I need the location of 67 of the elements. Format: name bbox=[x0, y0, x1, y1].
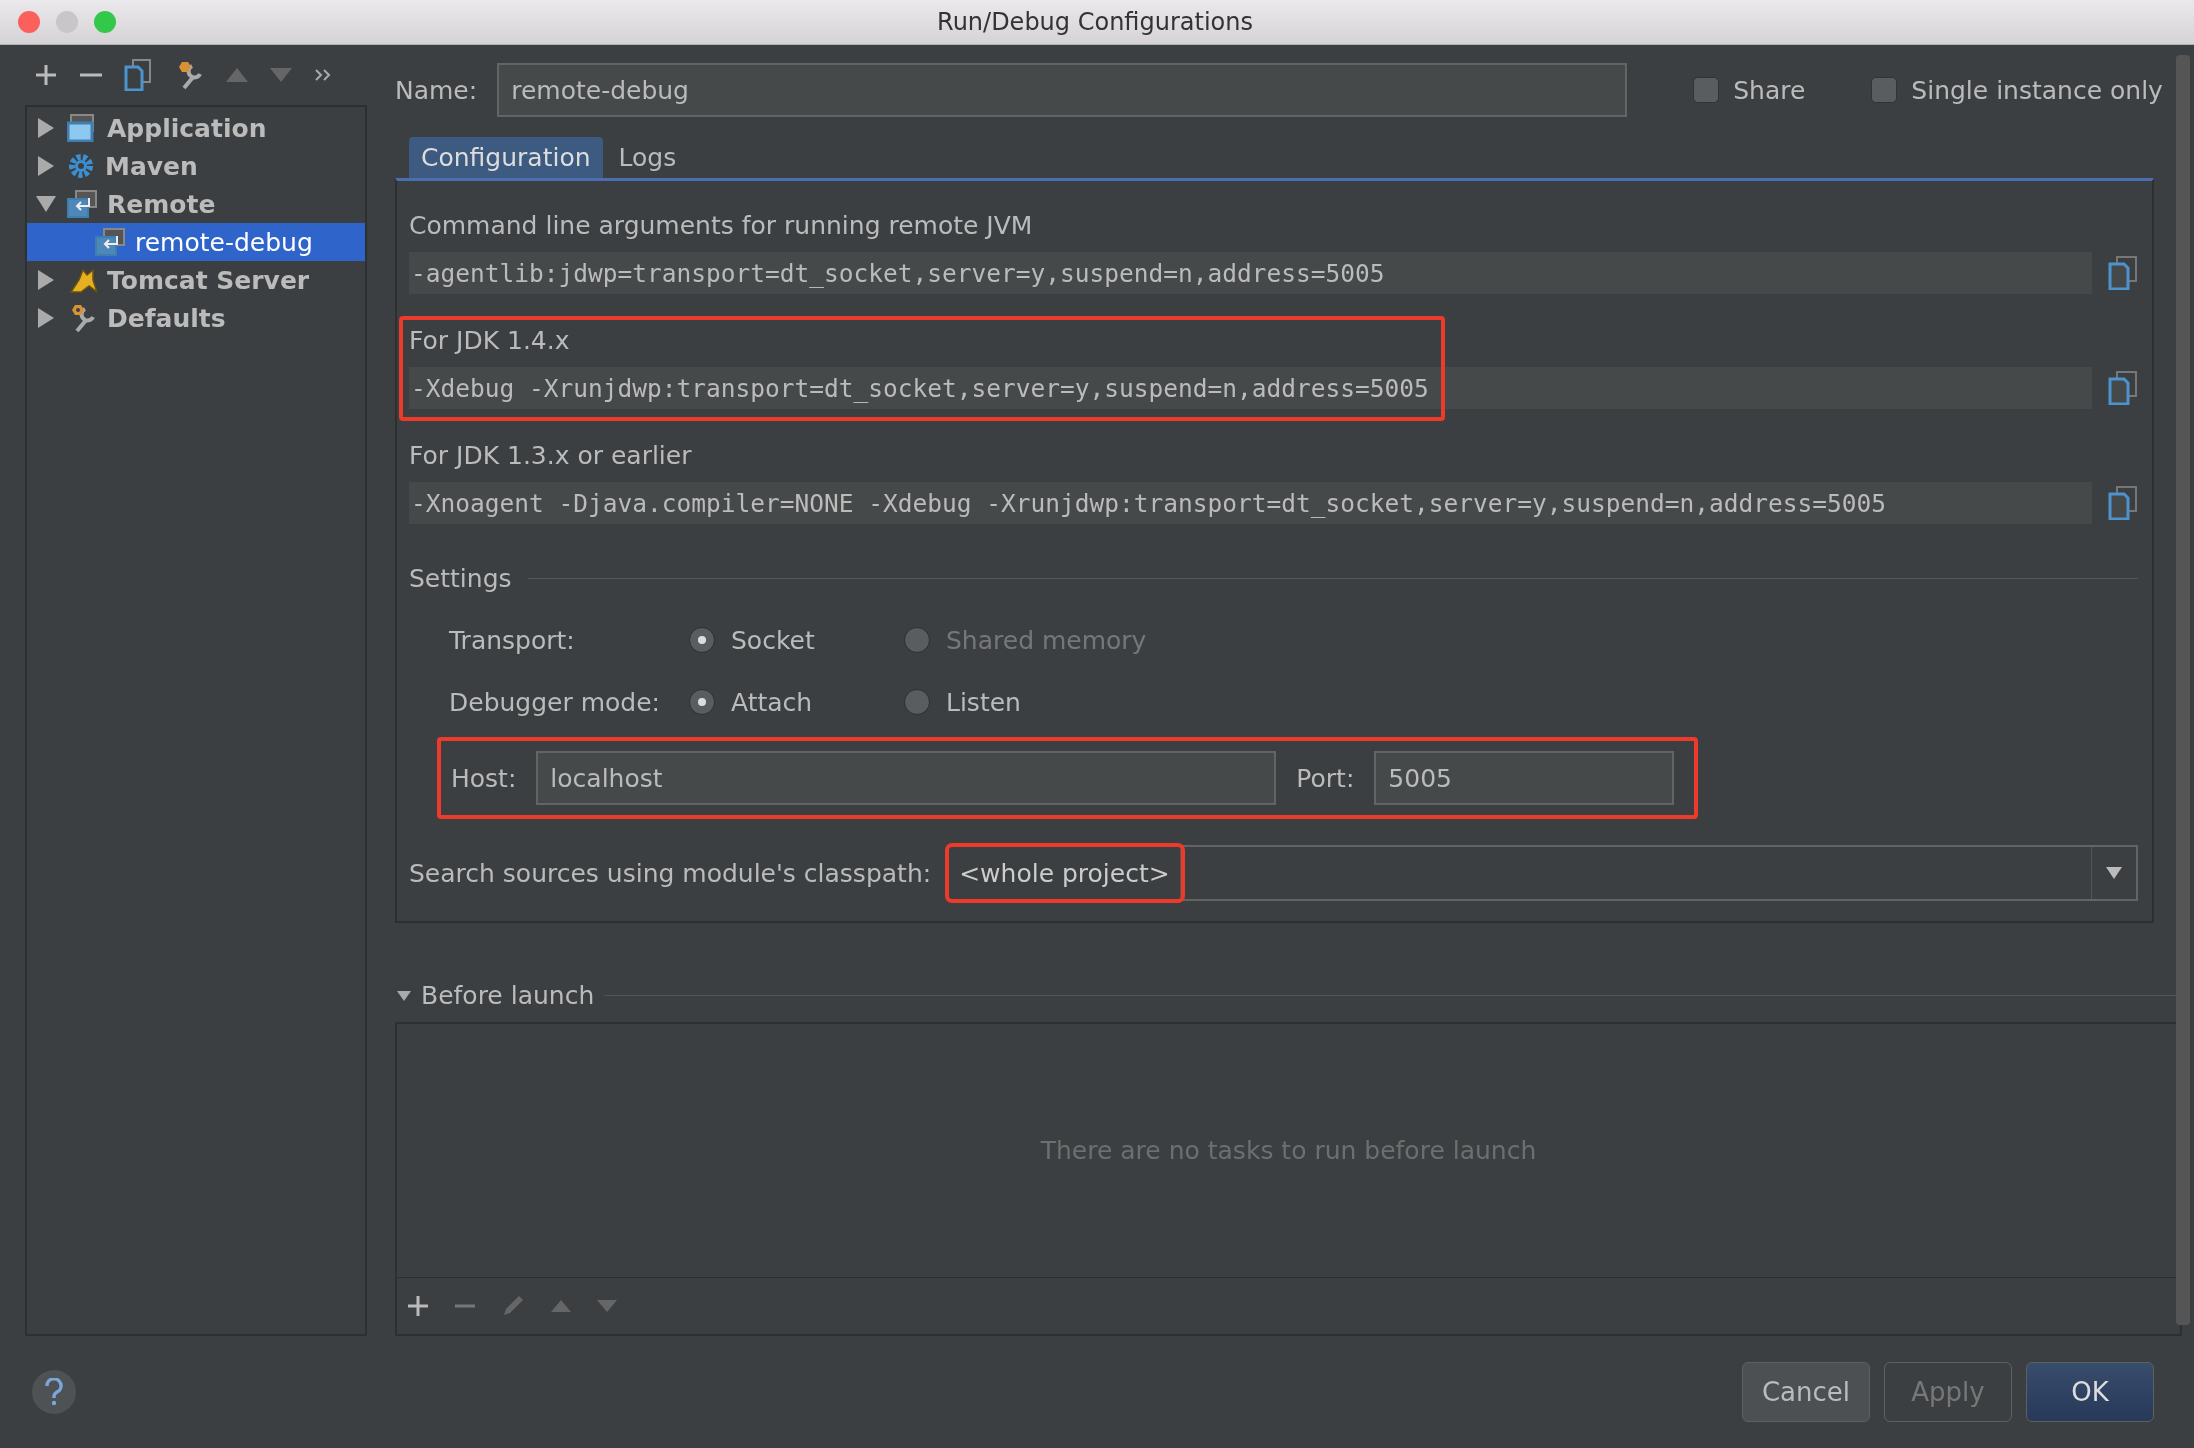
tree-item[interactable]: Remote bbox=[27, 185, 365, 223]
radio-option[interactable]: Attach bbox=[689, 687, 874, 717]
tree-item[interactable]: Maven bbox=[27, 147, 365, 185]
argument-label: For JDK 1.3.x or earlier bbox=[409, 441, 693, 470]
tree-item[interactable]: Defaults bbox=[27, 299, 365, 337]
host-label: Host: bbox=[451, 763, 517, 793]
section-title: Settings bbox=[409, 564, 512, 593]
dropdown-arrow-icon bbox=[2106, 867, 2122, 879]
checkbox[interactable] bbox=[1693, 77, 1720, 103]
port-label: Port: bbox=[1296, 763, 1355, 793]
copy-button[interactable] bbox=[2108, 371, 2138, 405]
checkbox[interactable] bbox=[1871, 77, 1898, 103]
radio-option[interactable]: Listen bbox=[904, 687, 1089, 717]
tab[interactable]: Configuration bbox=[409, 137, 603, 178]
radio-group-label: Debugger mode: bbox=[449, 687, 661, 717]
expand-arrow-icon bbox=[38, 308, 54, 328]
move-down-icon bbox=[597, 1300, 617, 1312]
argument-field[interactable]: -Xdebug -Xrunjdwp:transport=dt_socket,server=y,suspend=n,address=5005 bbox=[409, 367, 2092, 409]
close-button[interactable] bbox=[18, 11, 40, 33]
pencil-icon bbox=[501, 1294, 525, 1318]
radio-group-label: Transport: bbox=[449, 625, 576, 655]
minimize-button[interactable] bbox=[56, 11, 78, 33]
help-button[interactable] bbox=[32, 1370, 76, 1414]
tree-item[interactable]: Tomcat Server bbox=[27, 261, 365, 299]
copy-icon bbox=[124, 59, 152, 91]
remote-window-icon bbox=[95, 228, 125, 256]
tree-item[interactable]: Application bbox=[27, 109, 365, 147]
expand-arrow-icon bbox=[38, 118, 54, 138]
zoom-button[interactable] bbox=[94, 11, 116, 33]
move-up-icon bbox=[551, 1300, 571, 1312]
argument-field[interactable]: -Xnoagent -Djava.compiler=NONE -Xdebug -Xrunjdwp:transport=dt_socket,server=y,suspend=n,address=5005 bbox=[409, 482, 2092, 524]
remote-window-icon bbox=[67, 190, 97, 218]
name-field[interactable]: remote-debug bbox=[497, 63, 1628, 117]
port-field[interactable]: 5005 bbox=[1374, 751, 1675, 805]
copy-button[interactable] bbox=[2108, 486, 2138, 520]
collapse-arrow-icon bbox=[36, 196, 56, 212]
section-title: Before launch bbox=[421, 981, 595, 1010]
window-icon bbox=[67, 114, 97, 142]
dialog-button[interactable]: OK bbox=[2026, 1362, 2154, 1422]
move-up-icon bbox=[226, 68, 248, 82]
dialog-button[interactable]: Cancel bbox=[1742, 1362, 1870, 1422]
gear-icon bbox=[67, 152, 95, 180]
help-icon bbox=[44, 1378, 64, 1406]
collapse-arrow-icon bbox=[397, 990, 411, 1001]
argument-field[interactable]: -agentlib:jdwp=transport=dt_socket,server=y,suspend=n,address=5005 bbox=[409, 252, 2092, 294]
checkbox-label: Share bbox=[1733, 75, 1806, 105]
window-title: Run/Debug Configurations bbox=[936, 8, 1254, 36]
add-icon bbox=[34, 63, 58, 87]
checkbox-label: Single instance only bbox=[1911, 75, 2163, 105]
classpath-label: Search sources using module's classpath: bbox=[409, 858, 932, 888]
remove-icon bbox=[80, 73, 102, 77]
radio-option[interactable]: Socket bbox=[689, 625, 874, 655]
name-label: Name: bbox=[395, 75, 478, 105]
tab[interactable]: Logs bbox=[606, 137, 689, 178]
classpath-dropdown[interactable]: <whole project> bbox=[947, 845, 2138, 901]
add-icon bbox=[407, 1295, 429, 1317]
more-icon bbox=[314, 68, 332, 82]
host-field[interactable]: localhost bbox=[536, 751, 1277, 805]
expand-arrow-icon bbox=[38, 270, 54, 290]
expand-arrow-icon bbox=[38, 156, 54, 176]
argument-label: Command line arguments for running remote JVM bbox=[409, 211, 1034, 240]
remove-icon bbox=[455, 1304, 475, 1308]
copy-button[interactable] bbox=[2108, 256, 2138, 290]
tree-item[interactable]: remote-debug bbox=[27, 223, 365, 261]
move-down-icon bbox=[270, 68, 292, 82]
scrollbar[interactable] bbox=[2176, 55, 2190, 1325]
argument-label: For JDK 1.4.x bbox=[409, 326, 571, 355]
